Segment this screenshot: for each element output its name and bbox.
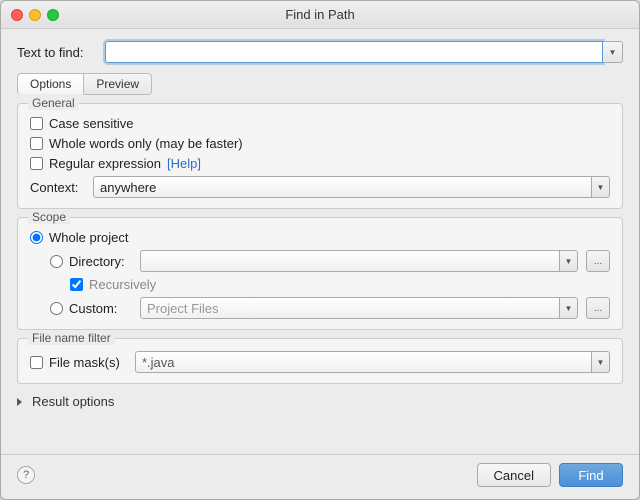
custom-select[interactable]: Project Files [140, 297, 560, 319]
directory-browse-button[interactable]: ... [586, 250, 610, 272]
dialog-content: Text to find: ▼ Options Preview General … [1, 29, 639, 454]
find-label: Text to find: [17, 45, 97, 60]
title-bar: Find in Path [1, 1, 639, 29]
directory-row: Directory: ▼ ... [30, 250, 610, 272]
directory-label: Directory: [69, 254, 134, 269]
tab-bar: Options Preview [17, 73, 623, 95]
recursively-checkbox[interactable] [70, 278, 83, 291]
case-sensitive-label: Case sensitive [49, 116, 134, 131]
custom-radio[interactable] [50, 302, 63, 315]
result-options-label: Result options [32, 394, 114, 409]
context-select-arrow: ▼ [592, 176, 610, 198]
regex-row: Regular expression [Help] [30, 156, 610, 171]
find-input-container: ▼ [105, 41, 623, 63]
context-select-wrapper: anywhere inside tag outside tag in tag a… [93, 176, 610, 198]
whole-project-radio[interactable] [30, 231, 43, 244]
custom-row: Custom: Project Files ▼ ... [30, 297, 610, 319]
file-filter-title: File name filter [28, 331, 115, 345]
case-sensitive-checkbox[interactable] [30, 117, 43, 130]
recursively-row: Recursively [30, 277, 610, 292]
scope-section-title: Scope [28, 210, 70, 224]
file-mask-select[interactable]: *.java [135, 351, 592, 373]
find-dropdown-button[interactable]: ▼ [603, 41, 623, 63]
close-button[interactable] [11, 9, 23, 21]
cancel-button[interactable]: Cancel [477, 463, 551, 487]
file-mask-label: File mask(s) [49, 355, 129, 370]
file-filter-section: File name filter File mask(s) *.java ▼ [17, 338, 623, 384]
general-section: General Case sensitive Whole words only … [17, 103, 623, 209]
help-icon-button[interactable]: ? [17, 466, 35, 484]
whole-words-label: Whole words only (may be faster) [49, 136, 243, 151]
recursively-label: Recursively [89, 277, 156, 292]
footer-buttons: Cancel Find [477, 463, 623, 487]
whole-words-checkbox[interactable] [30, 137, 43, 150]
directory-select-wrapper: ▼ [140, 250, 578, 272]
find-text-input[interactable] [105, 41, 603, 63]
find-in-path-dialog: Find in Path Text to find: ▼ Options Pre… [0, 0, 640, 500]
custom-browse-button[interactable]: ... [586, 297, 610, 319]
context-row: Context: anywhere inside tag outside tag… [30, 176, 610, 198]
general-section-content: Case sensitive Whole words only (may be … [30, 116, 610, 198]
custom-select-arrow: ▼ [560, 297, 578, 319]
scope-section-content: Whole project Directory: ▼ ... Recurs [30, 230, 610, 319]
regex-checkbox[interactable] [30, 157, 43, 170]
find-row: Text to find: ▼ [17, 41, 623, 63]
directory-radio[interactable] [50, 255, 63, 268]
minimize-button[interactable] [29, 9, 41, 21]
footer: ? Cancel Find [1, 454, 639, 499]
context-select[interactable]: anywhere inside tag outside tag in tag a… [93, 176, 592, 198]
case-sensitive-row: Case sensitive [30, 116, 610, 131]
file-filter-content: File mask(s) *.java ▼ [30, 351, 610, 373]
regex-help-link[interactable]: [Help] [167, 156, 201, 171]
tab-preview[interactable]: Preview [84, 73, 152, 95]
window-title: Find in Path [285, 7, 354, 22]
file-mask-row: File mask(s) *.java ▼ [30, 351, 610, 373]
maximize-button[interactable] [47, 9, 59, 21]
general-section-title: General [28, 96, 79, 110]
whole-project-label: Whole project [49, 230, 128, 245]
custom-label: Custom: [69, 301, 134, 316]
result-options-triangle-icon [17, 398, 22, 406]
whole-project-row: Whole project [30, 230, 610, 245]
custom-select-wrapper: Project Files ▼ [140, 297, 578, 319]
scope-section: Scope Whole project Directory: ▼ ... [17, 217, 623, 330]
result-options-row[interactable]: Result options [17, 392, 623, 411]
directory-select[interactable] [140, 250, 560, 272]
regex-label: Regular expression [49, 156, 161, 171]
directory-select-arrow: ▼ [560, 250, 578, 272]
traffic-lights [11, 9, 59, 21]
file-mask-select-arrow: ▼ [592, 351, 610, 373]
whole-words-row: Whole words only (may be faster) [30, 136, 610, 151]
context-label: Context: [30, 180, 85, 195]
file-mask-checkbox[interactable] [30, 356, 43, 369]
find-button[interactable]: Find [559, 463, 623, 487]
file-mask-select-wrapper: *.java ▼ [135, 351, 610, 373]
tab-options[interactable]: Options [17, 73, 84, 95]
